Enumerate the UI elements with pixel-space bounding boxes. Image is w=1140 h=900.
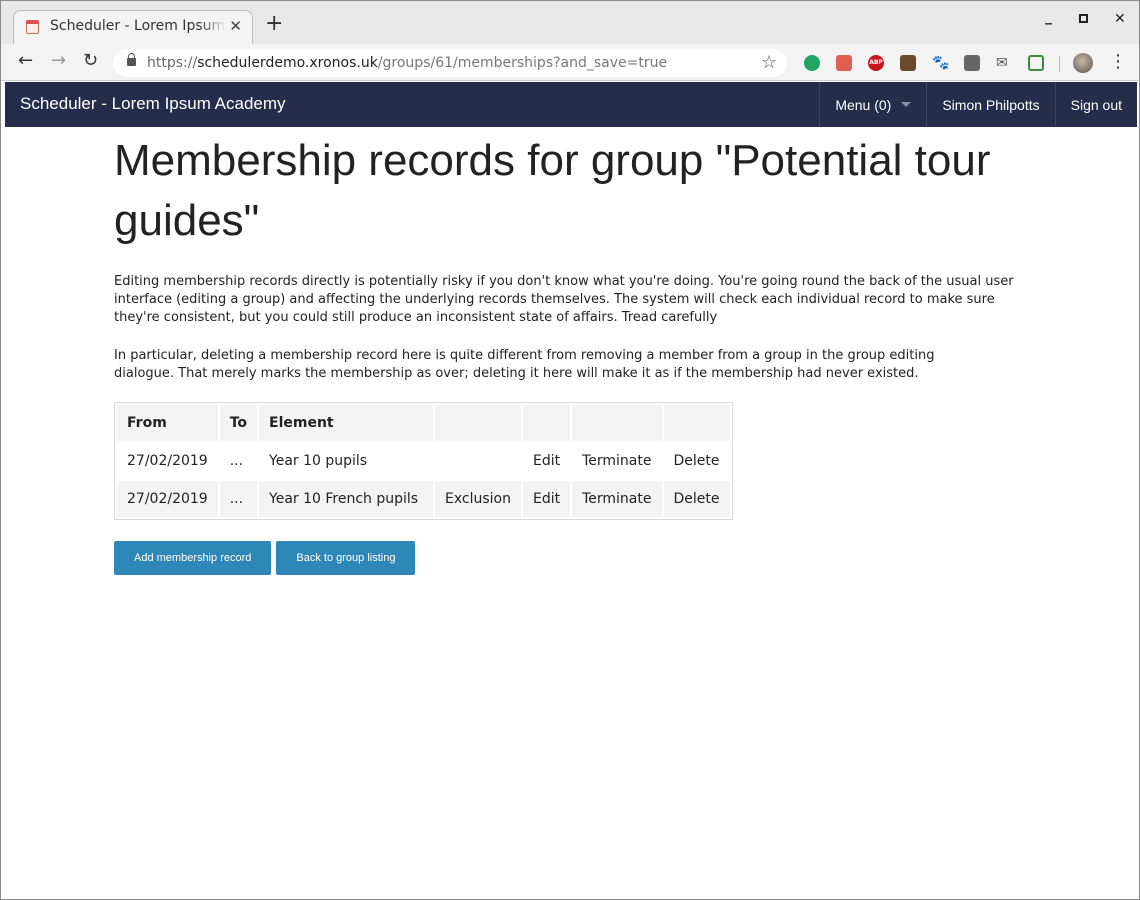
menu-label: Menu (0) xyxy=(835,96,892,113)
memberships-table: From To Element 27/02/2019 ... Year 10 p… xyxy=(114,402,733,520)
header-edit xyxy=(522,405,571,441)
add-membership-record-button[interactable]: Add membership record xyxy=(114,541,272,575)
user-name-link[interactable]: Simon Philpotts xyxy=(926,82,1054,127)
cell-to: ... xyxy=(219,443,258,479)
doorhouse-extension-icon[interactable] xyxy=(900,55,916,71)
address-bar[interactable]: https://schedulerdemo.xronos.uk/groups/6… xyxy=(113,49,787,77)
sign-out-link[interactable]: Sign out xyxy=(1054,82,1137,127)
tab-strip: Scheduler - Lorem Ipsum Academy ✕ + _ ✕ xyxy=(1,1,1139,44)
navbar-right: Menu (0) Simon Philpotts Sign out xyxy=(819,82,1137,127)
maximize-icon[interactable] xyxy=(1079,11,1088,27)
browser-toolbar: ← → ↻ https://schedulerdemo.xronos.uk/gr… xyxy=(1,44,1139,81)
adblock-extension-icon[interactable]: ABP xyxy=(868,55,884,71)
deletion-note-paragraph: In particular, deleting a membership rec… xyxy=(114,348,935,381)
calendar-extension-icon[interactable] xyxy=(836,55,852,71)
hangouts-extension-icon[interactable] xyxy=(804,55,820,71)
page-title: Membership records for group "Potential … xyxy=(114,136,991,245)
cell-from: 27/02/2019 xyxy=(117,481,218,517)
close-tab-icon[interactable]: ✕ xyxy=(229,17,242,35)
lightbulb-extension-icon[interactable] xyxy=(964,55,980,71)
header-element: Element xyxy=(259,405,434,441)
table-header-row: From To Element xyxy=(117,405,730,441)
forward-arrow-icon[interactable]: → xyxy=(51,51,66,71)
lock-icon xyxy=(127,53,136,66)
browser-menu-icon[interactable]: ⋮ xyxy=(1109,52,1127,72)
bookmark-star-icon[interactable]: ☆ xyxy=(761,52,777,73)
menu-dropdown[interactable]: Menu (0) xyxy=(819,82,926,127)
header-from: From xyxy=(117,405,218,441)
footprint-extension-icon[interactable]: 🐾 xyxy=(932,55,949,71)
action-buttons: Add membership record Back to group list… xyxy=(114,541,416,575)
tab-title: Scheduler - Lorem Ipsum Academy xyxy=(50,18,226,34)
browser-tab[interactable]: Scheduler - Lorem Ipsum Academy ✕ xyxy=(13,10,253,44)
main-content: Membership records for group "Potential … xyxy=(114,131,1034,575)
reload-icon[interactable]: ↻ xyxy=(83,51,98,71)
cell-type: Exclusion xyxy=(435,481,521,517)
url-scheme: https:// xyxy=(147,55,198,71)
toolbar-separator xyxy=(1059,56,1060,72)
new-tab-icon[interactable]: + xyxy=(265,13,283,35)
header-type xyxy=(435,405,521,441)
close-window-icon[interactable]: ✕ xyxy=(1114,11,1126,27)
caret-down-icon xyxy=(901,102,912,107)
warning-paragraph: Editing membership records directly is p… xyxy=(114,274,1014,325)
cell-from: 27/02/2019 xyxy=(117,443,218,479)
edit-link[interactable]: Edit xyxy=(522,443,571,479)
back-to-group-listing-button[interactable]: Back to group listing xyxy=(276,541,416,575)
cell-to: ... xyxy=(219,481,258,517)
delete-link[interactable]: Delete xyxy=(663,443,730,479)
profile-avatar[interactable] xyxy=(1073,53,1093,73)
cell-element: Year 10 pupils xyxy=(259,443,434,479)
back-arrow-icon[interactable]: ← xyxy=(18,51,33,71)
url-text[interactable]: https://schedulerdemo.xronos.uk/groups/6… xyxy=(147,55,667,71)
table-row: 27/02/2019 ... Year 10 pupils Edit Termi… xyxy=(117,443,730,479)
minimize-icon[interactable]: _ xyxy=(1045,9,1052,25)
terminate-link[interactable]: Terminate xyxy=(572,443,662,479)
url-path: /groups/61/memberships?and_save=true xyxy=(377,55,668,71)
app-navbar: Scheduler - Lorem Ipsum Academy Menu (0)… xyxy=(5,82,1137,127)
header-terminate xyxy=(572,405,662,441)
browser-window: Scheduler - Lorem Ipsum Academy ✕ + _ ✕ … xyxy=(0,0,1140,900)
terminate-link[interactable]: Terminate xyxy=(572,481,662,517)
screenshot-extension-icon[interactable] xyxy=(1028,55,1044,71)
cell-type xyxy=(435,443,521,479)
header-delete xyxy=(663,405,730,441)
table-row: 27/02/2019 ... Year 10 French pupils Exc… xyxy=(117,481,730,517)
mail-extension-icon[interactable]: ✉ xyxy=(996,55,1012,71)
delete-link[interactable]: Delete xyxy=(663,481,730,517)
header-to: To xyxy=(219,405,258,441)
url-host: schedulerdemo.xronos.uk xyxy=(197,55,378,71)
app-brand[interactable]: Scheduler - Lorem Ipsum Academy xyxy=(20,94,286,114)
cell-element: Year 10 French pupils xyxy=(259,481,434,517)
edit-link[interactable]: Edit xyxy=(522,481,571,517)
calendar-favicon-icon xyxy=(26,20,39,34)
